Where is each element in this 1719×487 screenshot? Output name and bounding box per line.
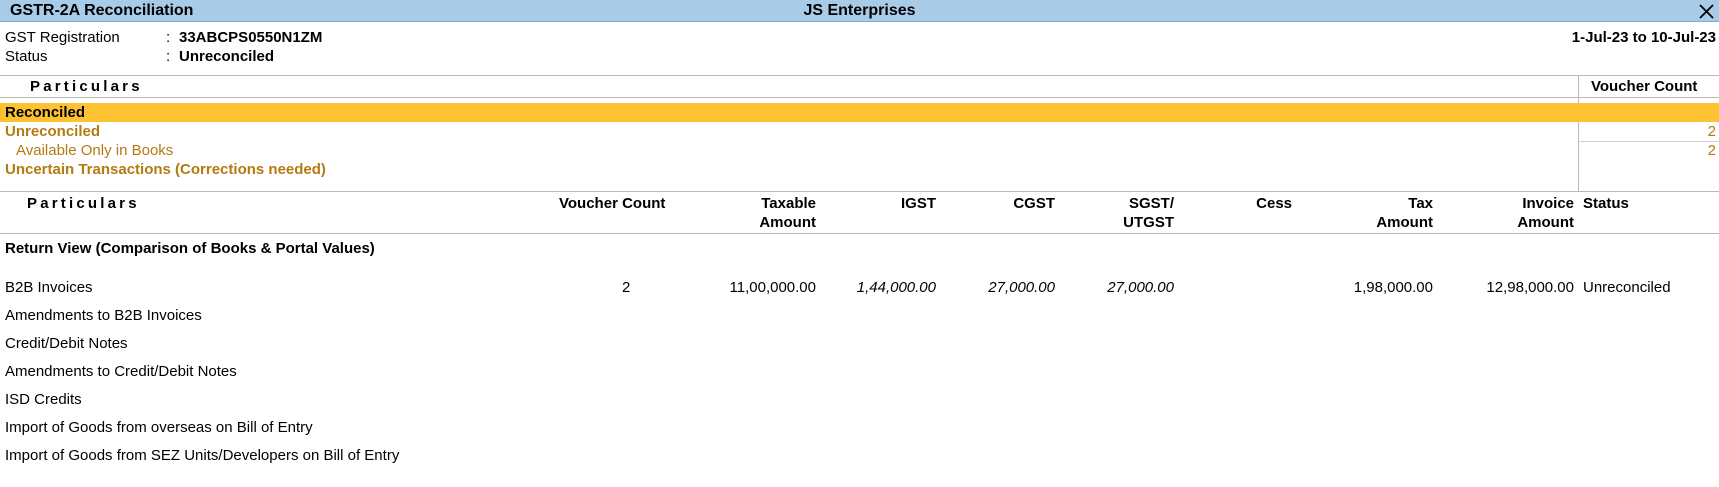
column-header-sgst-utgst: SGST/ UTGST xyxy=(1060,194,1174,232)
summary-header-particulars: Particulars xyxy=(30,78,143,95)
summary-row-reconciled[interactable]: Reconciled xyxy=(0,103,1719,122)
gst-registration-label: GST Registration xyxy=(5,29,120,46)
table-row-amendments-b2b[interactable]: Amendments to B2B Invoices xyxy=(0,306,1719,326)
row-invoice-amount: 12,98,000.00 xyxy=(1486,279,1574,296)
row-taxable-amount: 11,00,000.00 xyxy=(729,279,816,296)
gst-registration-value[interactable]: 33ABCPS0550N1ZM xyxy=(179,29,322,46)
header-divider xyxy=(0,97,1719,98)
header-line-1: SGST/ xyxy=(1128,195,1174,212)
row-sgst: 27,000.00 xyxy=(1107,279,1174,296)
colon: : xyxy=(166,29,171,46)
window-title: GSTR-2A Reconciliation xyxy=(10,2,194,19)
column-header-cgst: CGST xyxy=(1013,195,1055,212)
colon: : xyxy=(166,48,171,65)
table-row-amendments-credit-debit[interactable]: Amendments to Credit/Debit Notes xyxy=(0,362,1719,382)
table-row-b2b-invoices[interactable]: B2B Invoices 2 11,00,000.00 1,44,000.00 … xyxy=(0,278,1719,298)
header-line-1: Invoice xyxy=(1522,195,1574,212)
report-period[interactable]: 1-Jul-23 to 10-Jul-23 xyxy=(1572,29,1716,46)
summary-row-label: Reconciled xyxy=(5,104,86,121)
row-name: Import of Goods from SEZ Units/Developer… xyxy=(5,447,400,464)
summary-row-label: Available Only in Books xyxy=(16,142,174,159)
header-line-1: Taxable xyxy=(761,195,816,212)
table-row-import-goods-overseas[interactable]: Import of Goods from overseas on Bill of… xyxy=(0,418,1719,438)
row-name: Amendments to B2B Invoices xyxy=(5,307,202,324)
column-header-igst: IGST xyxy=(900,195,936,212)
column-header-invoice-amount: Invoice Amount xyxy=(1440,194,1574,232)
column-header-voucher-count: Voucher Count xyxy=(559,195,666,212)
summary-row-count: 2 xyxy=(1707,142,1716,159)
header-line-2: Amount xyxy=(1517,214,1574,231)
row-cgst: 27,000.00 xyxy=(988,279,1055,296)
column-header-cess: Cess xyxy=(1256,195,1292,212)
row-status: Unreconciled xyxy=(1583,279,1671,296)
summary-row-unreconciled[interactable]: Unreconciled 2 xyxy=(0,122,1719,141)
summary-row-uncertain-transactions[interactable]: Uncertain Transactions (Corrections need… xyxy=(0,160,1719,179)
table-row-import-goods-sez[interactable]: Import of Goods from SEZ Units/Developer… xyxy=(0,446,1719,466)
section-title: Return View (Comparison of Books & Porta… xyxy=(5,240,375,257)
summary-row-available-only-in-books[interactable]: Available Only in Books 2 xyxy=(0,141,1719,160)
table-row-isd-credits[interactable]: ISD Credits xyxy=(0,390,1719,410)
status-value[interactable]: Unreconciled xyxy=(179,48,274,65)
report-info: GST Registration : 33ABCPS0550N1ZM Statu… xyxy=(0,22,1719,74)
header-line-1: Tax xyxy=(1408,195,1433,212)
column-header-status: Status xyxy=(1583,195,1629,212)
row-name: ISD Credits xyxy=(5,391,82,408)
header-line-2: Amount xyxy=(759,214,816,231)
row-name: Amendments to Credit/Debit Notes xyxy=(5,363,237,380)
summary-row-label: Uncertain Transactions (Corrections need… xyxy=(5,161,326,178)
company-name: JS Enterprises xyxy=(803,2,916,19)
row-name: Import of Goods from overseas on Bill of… xyxy=(5,419,313,436)
row-name: Credit/Debit Notes xyxy=(5,335,128,352)
table-row-credit-debit-notes[interactable]: Credit/Debit Notes xyxy=(0,334,1719,354)
header-line-2: UTGST xyxy=(1123,214,1174,231)
summary-table: Particulars Voucher Count Reconciled Unr… xyxy=(0,75,1719,192)
title-bar: GSTR-2A Reconciliation JS Enterprises xyxy=(0,0,1719,22)
row-igst: 1,44,000.00 xyxy=(856,279,936,296)
header-line-2: Amount xyxy=(1376,214,1433,231)
row-name: B2B Invoices xyxy=(5,279,93,296)
summary-row-label: Unreconciled xyxy=(5,123,101,140)
column-header-taxable-amount: Taxable Amount xyxy=(690,194,816,232)
detail-table-header: Particulars Voucher Count Taxable Amount… xyxy=(0,192,1719,234)
summary-row-count: 2 xyxy=(1707,123,1716,140)
column-header-particulars: Particulars xyxy=(27,195,140,212)
status-label: Status xyxy=(5,48,48,65)
row-voucher-count: 2 xyxy=(622,279,631,296)
column-header-tax-amount: Tax Amount xyxy=(1300,194,1433,232)
summary-header-voucher-count: Voucher Count xyxy=(1591,78,1698,95)
close-icon[interactable] xyxy=(1695,0,1717,22)
row-tax-amount: 1,98,000.00 xyxy=(1353,279,1433,296)
